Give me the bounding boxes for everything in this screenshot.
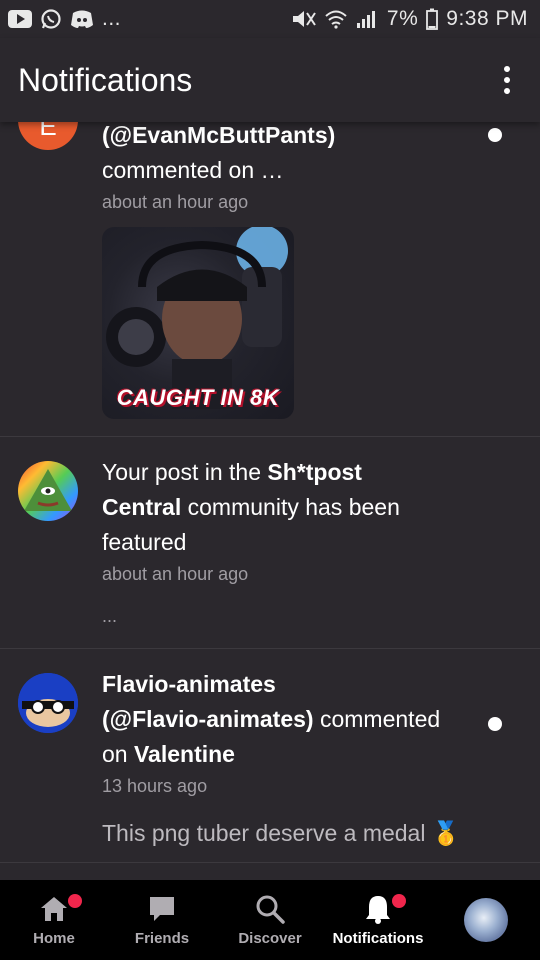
action-text: commented: [313, 706, 441, 732]
actor-handle[interactable]: (@Flavio-animates): [102, 706, 314, 732]
home-icon: [40, 894, 68, 924]
bell-icon: [364, 894, 392, 924]
message-prefix: Your post in the: [102, 459, 268, 485]
actor-handle[interactable]: (@EvanMcButtPants): [102, 122, 335, 153]
whatsapp-icon: [40, 8, 62, 30]
more-ellipsis[interactable]: ...: [102, 606, 442, 627]
unread-indicator: [488, 128, 502, 142]
app-bar: Notifications: [0, 38, 540, 122]
notification-action: commented on …: [102, 157, 284, 183]
chat-icon: [148, 894, 176, 924]
page-title: Notifications: [18, 61, 193, 98]
comment-target-line: on Valentine: [102, 737, 482, 772]
pepe-avatar-image: [24, 469, 72, 511]
notification-text: Your post in the Sh*tpost Central commun…: [102, 455, 442, 627]
comment-preview: This png tuber deserve a medal 🥇: [102, 820, 461, 846]
notification-text: (@EvanMcButtPants) commented on … about …: [102, 122, 335, 214]
notification-text: Flavio-animates (@Flavio-animates) comme…: [102, 667, 482, 847]
notification-time: about an hour ago: [102, 192, 249, 212]
status-left-icons: ...: [8, 7, 121, 31]
battery-percent: 7%: [386, 7, 419, 30]
nav-friends[interactable]: Friends: [108, 880, 216, 960]
notification-item[interactable]: Your post in the Sh*tpost Central commun…: [0, 437, 540, 649]
nav-notifications[interactable]: Notifications: [324, 880, 432, 960]
avatar-letter: E: [39, 122, 57, 141]
flavio-avatar-image: [18, 673, 78, 733]
nav-discover[interactable]: Discover: [216, 880, 324, 960]
avatar[interactable]: [18, 461, 78, 521]
nav-label: Home: [33, 929, 75, 947]
notifications-feed[interactable]: E (@EvanMcButtPants) commented on … abou…: [0, 122, 540, 880]
notification-item[interactable]: E (@EvanMcButtPants) commented on … abou…: [0, 122, 540, 437]
nav-home[interactable]: Home: [0, 880, 108, 960]
avatar[interactable]: E: [18, 122, 78, 150]
nav-label: Discover: [238, 929, 302, 947]
nav-label: Friends: [134, 929, 190, 947]
actor-name[interactable]: Flavio-animates: [102, 667, 482, 702]
status-time: 9:38 PM: [446, 7, 528, 30]
unread-indicator: [488, 717, 502, 731]
bottom-navigation: Home Friends Discover Notifications: [0, 880, 540, 960]
youtube-icon: [8, 10, 32, 28]
post-title[interactable]: Valentine: [134, 741, 235, 767]
discord-icon: [70, 9, 94, 29]
wifi-icon: [325, 9, 347, 29]
notification-time: about an hour ago: [102, 564, 249, 584]
action-on-text: on: [102, 741, 134, 767]
mute-icon: [291, 9, 317, 29]
profile-avatar: [464, 898, 508, 942]
notification-time: 13 hours ago: [102, 776, 208, 796]
battery-icon: [426, 8, 439, 30]
featured-message: Your post in the Sh*tpost Central commun…: [102, 455, 442, 560]
more-options-icon[interactable]: [492, 60, 522, 100]
status-bar: ... 7% 9:38 PM: [0, 0, 540, 38]
post-thumbnail[interactable]: CAUGHT IN 8K: [102, 227, 294, 419]
status-more-text: ...: [102, 7, 122, 30]
status-right-icons: 7% 9:38 PM: [291, 7, 528, 31]
notification-item[interactable]: Flavio-animates (@Flavio-animates) comme…: [0, 649, 540, 863]
avatar[interactable]: [18, 673, 78, 733]
nav-profile[interactable]: [432, 880, 540, 960]
search-icon: [255, 894, 285, 924]
thumbnail-caption: CAUGHT IN 8K: [116, 385, 280, 410]
nav-label: Notifications: [332, 929, 424, 947]
notification-badge: [392, 894, 406, 908]
notification-badge: [68, 894, 82, 908]
comment-action-line: (@Flavio-animates) commented: [102, 702, 482, 737]
signal-icon: [355, 9, 379, 29]
